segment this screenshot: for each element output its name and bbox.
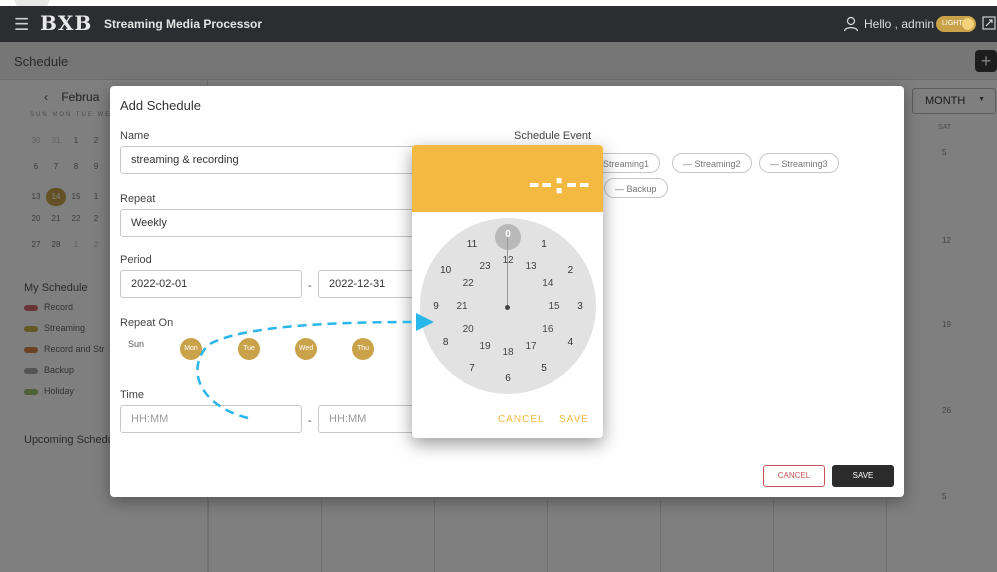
clock-hour[interactable]: 8 [436,337,456,348]
period-label: Period [120,254,152,266]
time-start-input[interactable]: HH:MM [120,405,302,433]
user-greeting: Hello , admin [864,17,935,31]
day-sun[interactable]: Sun [128,339,144,349]
day-mon[interactable]: Mon [180,338,202,360]
time-picker: --:-- 0 1 2 3 4 5 6 7 8 9 10 11 12 13 14 15 16 17 18 19 20 21… [412,145,603,438]
menu-icon[interactable]: ☰ [14,15,29,35]
time-end-input[interactable]: HH:MM [318,405,420,433]
day-thu[interactable]: Thu [352,338,374,360]
clock-hour[interactable]: 12 [498,255,518,266]
period-separator: - [308,280,312,292]
save-button[interactable]: SAVE [832,465,894,487]
app-title: Streaming Media Processor [104,17,263,31]
theme-toggle-label: LIGHT [942,20,963,27]
clock-hour[interactable]: 14 [538,278,558,289]
period-start-input[interactable]: 2022-02-01 [120,270,302,298]
event-chip-label: Streaming1 [603,159,650,169]
top-bar: ☰ BXB Streaming Media Processor Hello , … [0,6,997,42]
clock-hour[interactable]: 22 [458,278,478,289]
repeat-select[interactable]: Weekly [120,209,420,237]
repeat-label: Repeat [120,193,156,205]
expand-icon[interactable] [982,16,996,30]
clock-hour[interactable]: 2 [560,265,580,276]
schedule-event-label: Schedule Event [514,130,592,142]
clock-hour[interactable]: 19 [475,341,495,352]
period-end-input[interactable]: 2022-12-31 [318,270,420,298]
clock-hour[interactable]: 23 [475,261,495,272]
clock-hour[interactable]: 9 [426,301,446,312]
time-label: Time [120,389,145,401]
clock-hour[interactable]: 20 [458,324,478,335]
theme-toggle-knob [962,18,974,30]
brand-logo: BXB [40,11,93,35]
event-chip[interactable]: — Streaming2 [672,153,752,173]
day-tue[interactable]: Tue [238,338,260,360]
clock-hour[interactable]: 5 [534,363,554,374]
event-chip-label: Backup [626,184,657,194]
name-label: Name [120,130,150,142]
clock-center [505,305,510,310]
event-chip[interactable]: — Streaming3 [759,153,839,173]
clock-hour[interactable]: 16 [538,324,558,335]
clock-hour[interactable]: 13 [521,261,541,272]
clock-hour[interactable]: 15 [544,301,564,312]
user-icon[interactable] [843,16,859,32]
time-picker-save-button[interactable]: SAVE [559,414,589,425]
event-chip-label: Streaming3 [781,159,828,169]
event-chip[interactable]: — Backup [604,178,668,198]
clock-hour[interactable]: 17 [521,341,541,352]
clock-hand [507,237,508,307]
clock-hour[interactable]: 1 [534,239,554,250]
clock-hour[interactable]: 7 [462,363,482,374]
event-chip-label: Streaming2 [694,159,741,169]
time-display: --:-- [528,167,591,200]
clock-hour[interactable]: 0 [498,229,518,240]
clock-hour[interactable]: 10 [436,265,456,276]
time-picker-cancel-button[interactable]: CANCEL [498,414,545,425]
clock-hour[interactable]: 18 [498,347,518,358]
repeat-on-label: Repeat On [120,317,174,329]
clock-hour[interactable]: 6 [498,373,518,384]
time-picker-header: --:-- [412,145,603,212]
day-wed[interactable]: Wed [295,338,317,360]
time-separator: - [308,415,312,427]
clock-hour[interactable]: 3 [570,301,590,312]
theme-toggle[interactable]: LIGHT [936,16,976,32]
dialog-title: Add Schedule [120,98,201,113]
name-input[interactable]: streaming & recording [120,146,420,174]
clock-hour[interactable]: 21 [452,301,472,312]
clock-hour[interactable]: 4 [560,337,580,348]
cancel-button[interactable]: CANCEL [763,465,825,487]
clock-hour[interactable]: 11 [462,239,482,250]
